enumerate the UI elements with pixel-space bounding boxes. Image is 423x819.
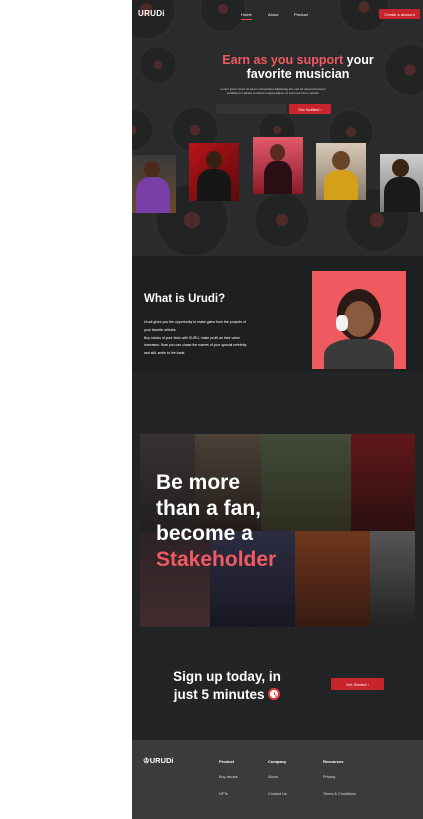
what-is-section: What is Urudi? Urudi gives you the oppor… [132, 256, 423, 372]
hero-title: Earn as you support your favorite musici… [182, 53, 414, 81]
footer-heading-company: Company [268, 759, 287, 764]
stakeholder-headline: Be more than a fan, become a Stakeholder [156, 470, 276, 572]
what-is-line: Urudi gives you the opportunity to make … [144, 320, 246, 324]
what-is-line: and still, smile to the bank. [144, 351, 186, 356]
footer-logo-text: URUDi [149, 756, 174, 765]
crown-icon: ♔ [143, 756, 150, 765]
signup-line: Sign up today, in [173, 669, 281, 684]
what-is-line: Buy stocks of your idols with SURU, make… [144, 335, 240, 340]
headline-line: than a fan, [156, 496, 262, 520]
signup-headline: Sign up today, in just 5 minutes [162, 668, 292, 704]
create-account-button[interactable]: Create a account [379, 9, 420, 19]
email-input[interactable] [216, 104, 286, 114]
footer-link[interactable]: NFTs [219, 792, 228, 796]
headline-line: become a [156, 522, 253, 545]
what-is-title: What is Urudi? [144, 293, 226, 305]
get-notified-label: Get Notified [298, 106, 320, 112]
footer-heading-product: Product [219, 759, 235, 764]
hero-section: URUDi Home About Product Create a accoun… [132, 0, 423, 256]
get-started-label: Get Started [346, 681, 367, 687]
what-is-description: Urudi gives you the opportunity to make … [144, 319, 274, 358]
nav-home[interactable]: Home [241, 12, 252, 20]
artist-card[interactable] [316, 143, 366, 200]
hero-description: Lorem ipsum dolor sit amet, consectetur … [220, 87, 326, 95]
artist-card[interactable] [132, 155, 176, 213]
hero-title-line2: favorite musician [246, 67, 350, 81]
chevron-right-icon: › [367, 681, 369, 687]
logo[interactable]: URUDi [138, 9, 165, 18]
signup-line: just 5 minutes [173, 687, 265, 702]
footer-link[interactable]: Terms & Conditions [323, 792, 356, 796]
headphones-photo [312, 271, 406, 369]
vinyl-decoration [132, 105, 152, 155]
landing-page: URUDi Home About Product Create a accoun… [132, 0, 423, 819]
what-is-line: your favorite artistes. [144, 327, 177, 332]
alarm-clock-icon [268, 688, 281, 700]
footer-link[interactable]: Contact Us [268, 792, 287, 796]
headline-line: Be more [156, 471, 241, 494]
nav-about[interactable]: About [268, 12, 278, 17]
hero-title-accent: Earn as you support [222, 53, 344, 67]
top-navigation: URUDi Home About Product Create a accoun… [132, 0, 423, 28]
footer-heading-resources: Resources [323, 759, 344, 764]
get-started-button[interactable]: Get Started › [331, 678, 384, 690]
footer-link[interactable]: Privacy [323, 775, 335, 779]
artist-card[interactable] [380, 154, 423, 212]
chevron-right-icon: › [320, 106, 322, 112]
headline-accent: Stakeholder [156, 547, 277, 571]
nav-product[interactable]: Product [294, 12, 308, 17]
vinyl-decoration [252, 190, 312, 250]
footer-link[interactable]: Buy Issues [219, 775, 238, 779]
artist-card[interactable] [253, 137, 303, 194]
footer: ♔URUDi Product Buy Issues NFTs Company A… [132, 740, 423, 819]
artist-card[interactable] [189, 143, 239, 201]
what-is-line: increases. Now you can chase the names o… [144, 343, 247, 348]
hero-title-rest: your [343, 53, 374, 67]
stakeholder-banner: Be more than a fan, become a Stakeholder [140, 434, 415, 627]
get-notified-button[interactable]: Get Notified › [289, 104, 331, 114]
vinyl-decoration [138, 45, 178, 85]
footer-logo[interactable]: ♔URUDi [143, 756, 173, 765]
footer-link[interactable]: About [268, 775, 278, 779]
